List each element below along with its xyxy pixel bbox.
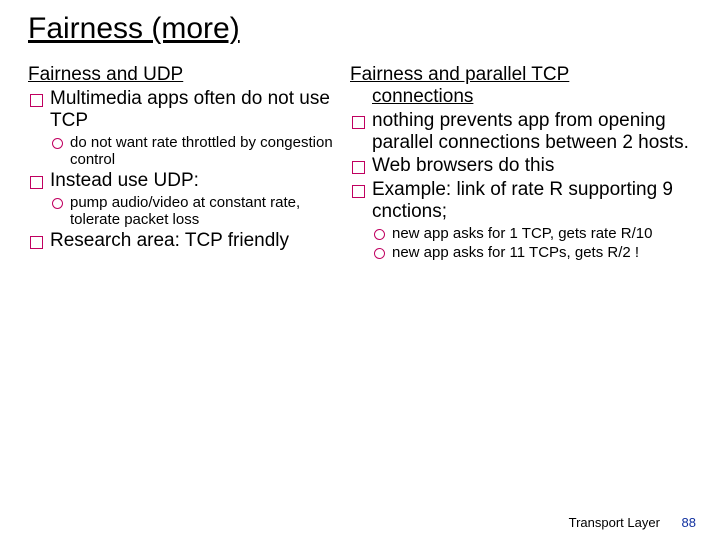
content-columns: Fairness and UDP Multimedia apps often d… [28, 64, 692, 263]
heading-line2: connections [350, 86, 692, 108]
sub-list: do not want rate throttled by congestion… [50, 134, 338, 169]
list-item: Multimedia apps often do not use TCP do … [28, 88, 338, 168]
right-column: Fairness and parallel TCP connections no… [350, 64, 692, 263]
list-item: Web browsers do this [350, 155, 692, 177]
item-text: Research area: TCP friendly [50, 230, 289, 251]
heading-line1: Fairness and parallel TCP [350, 64, 569, 85]
right-list: nothing prevents app from opening parall… [350, 110, 692, 262]
sub-item: pump audio/video at constant rate, toler… [50, 194, 338, 229]
list-item: Instead use UDP: pump audio/video at con… [28, 170, 338, 228]
right-heading: Fairness and parallel TCP connections [350, 64, 692, 108]
sub-item: new app asks for 1 TCP, gets rate R/10 [372, 225, 692, 242]
item-text: Multimedia apps often do not use TCP [50, 88, 330, 131]
item-text: Web browsers do this [372, 155, 554, 176]
footer-section: Transport Layer [569, 515, 660, 530]
left-column: Fairness and UDP Multimedia apps often d… [28, 64, 338, 263]
item-text: Instead use UDP: [50, 170, 199, 191]
footer: Transport Layer 88 [569, 515, 696, 530]
slide-title: Fairness (more) [28, 12, 692, 46]
sub-list: pump audio/video at constant rate, toler… [50, 194, 338, 229]
sub-list: new app asks for 1 TCP, gets rate R/10 n… [372, 225, 692, 262]
list-item: Research area: TCP friendly [28, 230, 338, 252]
left-heading: Fairness and UDP [28, 64, 338, 86]
list-item: nothing prevents app from opening parall… [350, 110, 692, 154]
sub-item: do not want rate throttled by congestion… [50, 134, 338, 169]
item-text: nothing prevents app from opening parall… [372, 110, 689, 153]
item-text: Example: link of rate R supporting 9 cnc… [372, 179, 673, 222]
list-item: Example: link of rate R supporting 9 cnc… [350, 179, 692, 261]
left-list: Multimedia apps often do not use TCP do … [28, 88, 338, 252]
page-number: 88 [682, 515, 696, 530]
sub-item: new app asks for 11 TCPs, gets R/2 ! [372, 244, 692, 261]
